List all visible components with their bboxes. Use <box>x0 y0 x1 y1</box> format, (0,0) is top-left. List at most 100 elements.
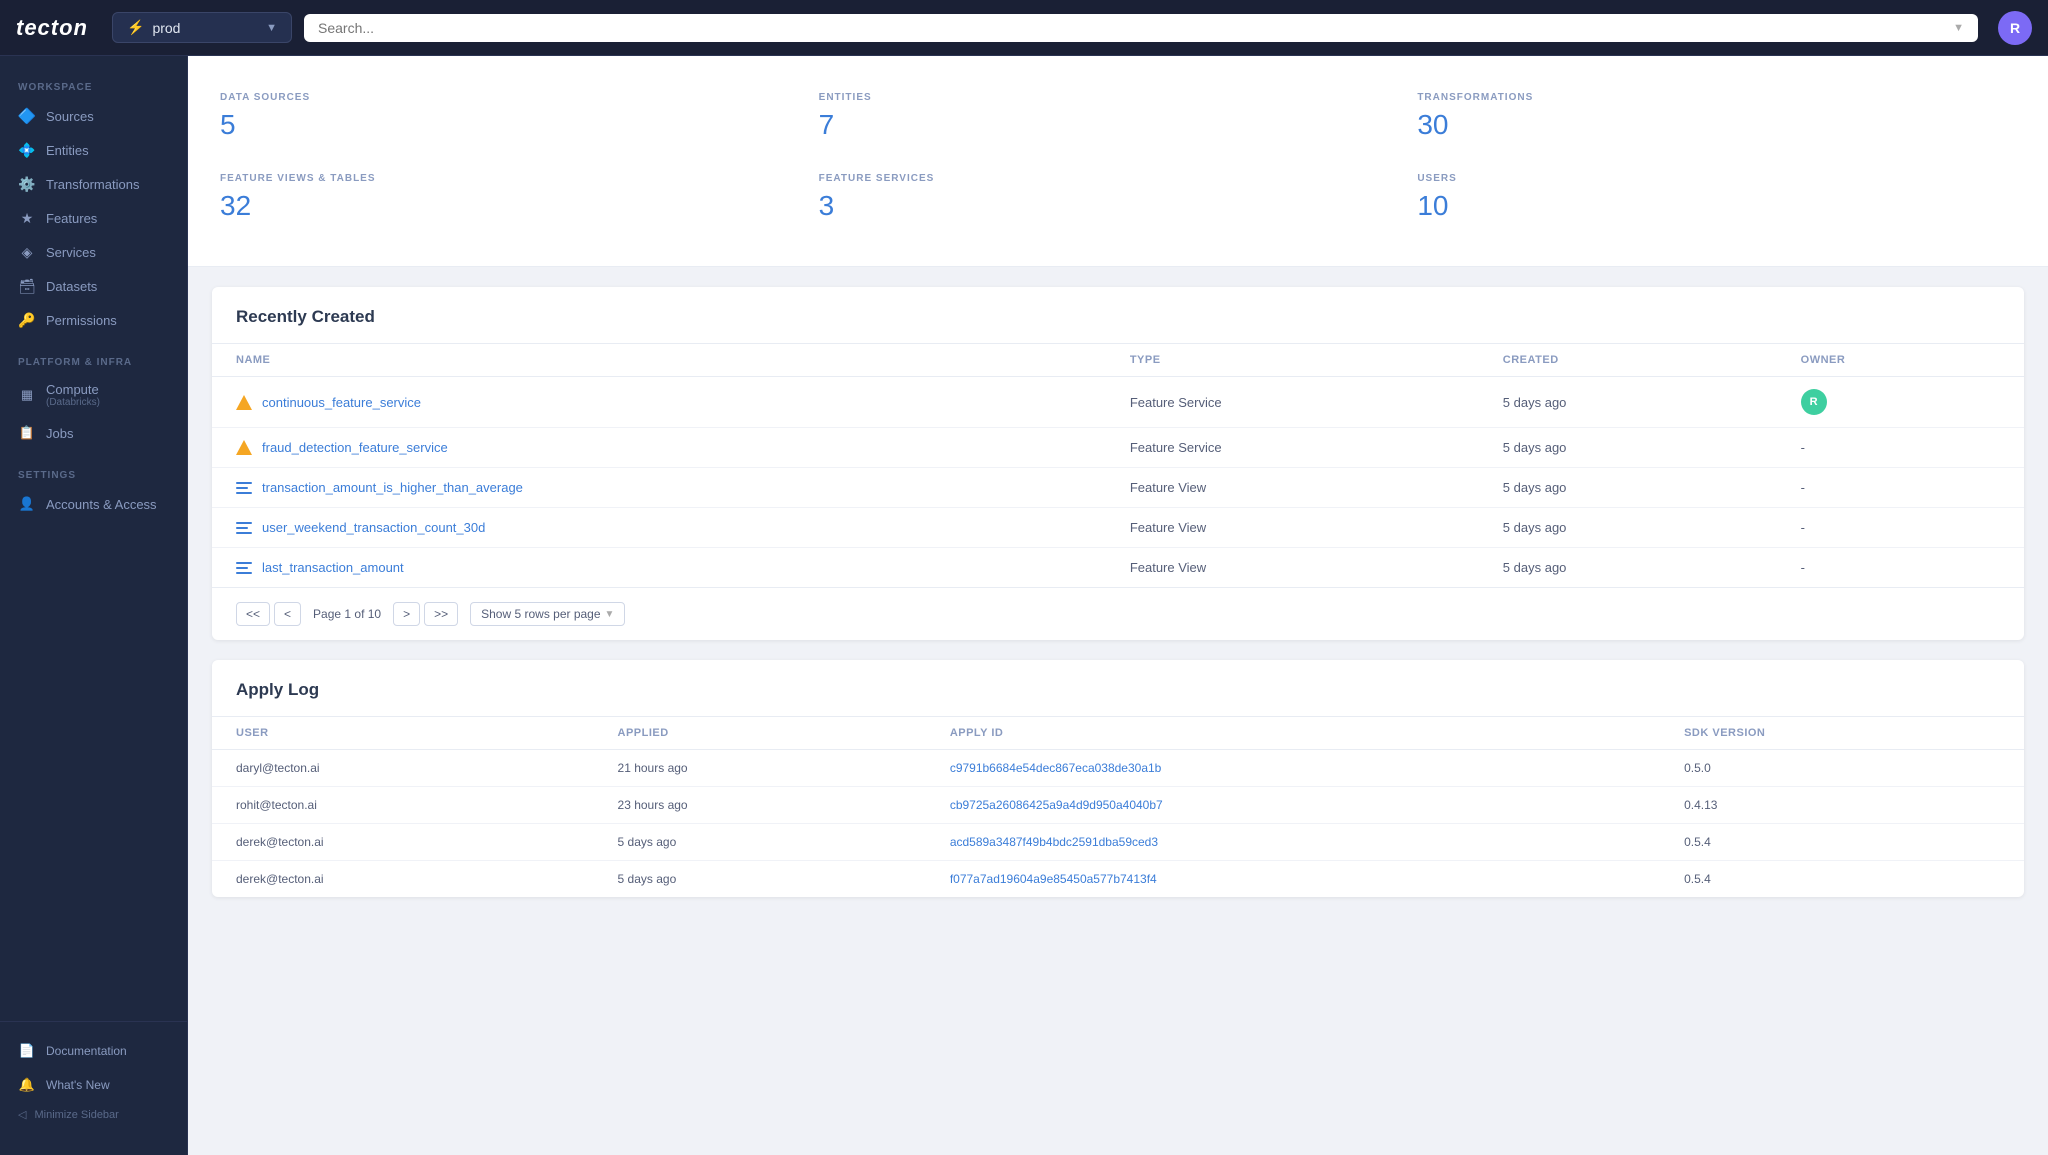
next-page-button[interactable]: > <box>393 602 420 626</box>
datasets-icon: 🗃 <box>18 277 36 295</box>
owner-dash: - <box>1801 480 1805 495</box>
entities-icon: 💠 <box>18 141 36 159</box>
table-row: daryl@tecton.ai 21 hours ago c9791b6684e… <box>212 750 2024 787</box>
apply-id-link[interactable]: acd589a3487f49b4bdc2591dba59ced3 <box>950 835 1158 849</box>
feature-view-icon <box>236 482 252 494</box>
main-layout: WORKSPACE 🔷 Sources 💠 Entities ⚙️ Transf… <box>0 56 2048 1155</box>
sidebar-item-whats-new[interactable]: 🔔 What's New <box>0 1068 187 1102</box>
logo: tecton <box>16 15 88 41</box>
stat-data-sources: DATA SOURCES 5 <box>220 80 819 161</box>
col-type: Type <box>1106 344 1479 377</box>
sources-icon: 🔷 <box>18 107 36 125</box>
workspace-selector[interactable]: ⚡ prod ▼ <box>112 12 292 43</box>
apply-id-link[interactable]: c9791b6684e54dec867eca038de30a1b <box>950 761 1162 775</box>
stat-feature-views: FEATURE VIEWS & TABLES 32 <box>220 161 819 242</box>
accounts-icon: 👤 <box>18 495 36 513</box>
recently-created-section: Recently Created Name Type Created Owner… <box>212 287 2024 640</box>
page-info: Page 1 of 10 <box>313 607 381 621</box>
table-row: transaction_amount_is_higher_than_averag… <box>212 468 2024 508</box>
sidebar-item-sources[interactable]: 🔷 Sources <box>0 99 187 133</box>
name-cell: continuous_feature_service <box>236 395 1082 410</box>
topbar: tecton ⚡ prod ▼ ▼ R <box>0 0 2048 56</box>
owner-dash: - <box>1801 440 1805 455</box>
stat-feature-services: FEATURE SERVICES 3 <box>819 161 1418 242</box>
sidebar-item-compute[interactable]: ▦ Compute (Databricks) <box>0 374 187 416</box>
recently-created-table: Name Type Created Owner continuous_featu… <box>212 344 2024 587</box>
col-apply-id: Apply ID <box>926 717 1660 750</box>
sidebar: WORKSPACE 🔷 Sources 💠 Entities ⚙️ Transf… <box>0 56 188 1155</box>
settings-section-label: SETTINGS <box>0 460 187 487</box>
table-row: fraud_detection_feature_service Feature … <box>212 428 2024 468</box>
recently-created-title: Recently Created <box>212 287 2024 344</box>
sidebar-item-jobs[interactable]: 📋 Jobs <box>0 416 187 450</box>
user-avatar[interactable]: R <box>1998 11 2032 45</box>
user-cell: derek@tecton.ai <box>212 824 594 861</box>
sidebar-item-transformations[interactable]: ⚙️ Transformations <box>0 167 187 201</box>
permissions-icon: 🔑 <box>18 311 36 329</box>
stat-users: USERS 10 <box>1417 161 2016 242</box>
owner-cell: - <box>1777 428 2024 468</box>
sidebar-item-entities[interactable]: 💠 Entities <box>0 133 187 167</box>
stat-feature-views-label: FEATURE VIEWS & TABLES <box>220 173 819 184</box>
search-bar[interactable]: ▼ <box>304 14 1978 42</box>
docs-icon: 📄 <box>18 1042 36 1060</box>
sidebar-item-datasets[interactable]: 🗃 Datasets <box>0 269 187 303</box>
type-cell: Feature Service <box>1106 377 1479 428</box>
sidebar-item-features[interactable]: ★ Features <box>0 201 187 235</box>
sidebar-item-accounts[interactable]: 👤 Accounts & Access <box>0 487 187 521</box>
search-input[interactable] <box>318 20 1953 36</box>
stat-data-sources-value: 5 <box>220 109 819 141</box>
chevron-down-icon: ▼ <box>266 22 277 34</box>
type-cell: Feature Service <box>1106 428 1479 468</box>
apply-id-link[interactable]: f077a7ad19604a9e85450a577b7413f4 <box>950 872 1157 886</box>
stat-feature-services-value: 3 <box>819 190 1418 222</box>
col-name: Name <box>212 344 1106 377</box>
type-cell: Feature View <box>1106 548 1479 588</box>
created-cell: 5 days ago <box>1479 428 1777 468</box>
owner-cell: - <box>1777 508 2024 548</box>
item-name-link[interactable]: transaction_amount_is_higher_than_averag… <box>262 480 523 495</box>
created-cell: 5 days ago <box>1479 548 1777 588</box>
rows-per-page-select[interactable]: Show 5 rows per page ▼ <box>470 602 625 626</box>
pagination-row: << < Page 1 of 10 > >> Show 5 rows per p… <box>212 587 2024 640</box>
table-row: user_weekend_transaction_count_30d Featu… <box>212 508 2024 548</box>
prev-page-button[interactable]: < <box>274 602 301 626</box>
services-icon: ◈ <box>18 243 36 261</box>
table-row: rohit@tecton.ai 23 hours ago cb9725a2608… <box>212 787 2024 824</box>
applied-cell: 23 hours ago <box>594 787 926 824</box>
last-page-button[interactable]: >> <box>424 602 458 626</box>
owner-cell: R <box>1777 377 2024 428</box>
sidebar-item-services[interactable]: ◈ Services <box>0 235 187 269</box>
owner-cell: - <box>1777 468 2024 508</box>
stat-feature-services-label: FEATURE SERVICES <box>819 173 1418 184</box>
apply-id-cell: f077a7ad19604a9e85450a577b7413f4 <box>926 861 1660 898</box>
features-icon: ★ <box>18 209 36 227</box>
applied-cell: 5 days ago <box>594 824 926 861</box>
whats-new-icon: 🔔 <box>18 1076 36 1094</box>
stats-grid: DATA SOURCES 5 ENTITIES 7 TRANSFORMATION… <box>188 56 2048 267</box>
table-row: derek@tecton.ai 5 days ago f077a7ad19604… <box>212 861 2024 898</box>
first-page-button[interactable]: << <box>236 602 270 626</box>
applied-cell: 21 hours ago <box>594 750 926 787</box>
type-cell: Feature View <box>1106 508 1479 548</box>
item-name-link[interactable]: continuous_feature_service <box>262 395 421 410</box>
apply-id-cell: c9791b6684e54dec867eca038de30a1b <box>926 750 1660 787</box>
rows-per-page-label: Show 5 rows per page <box>481 607 600 621</box>
apply-id-cell: cb9725a26086425a9a4d9d950a4040b7 <box>926 787 1660 824</box>
sidebar-item-documentation[interactable]: 📄 Documentation <box>0 1034 187 1068</box>
item-name-link[interactable]: user_weekend_transaction_count_30d <box>262 520 485 535</box>
apply-id-link[interactable]: cb9725a26086425a9a4d9d950a4040b7 <box>950 798 1163 812</box>
stat-transformations: TRANSFORMATIONS 30 <box>1417 80 2016 161</box>
name-cell: fraud_detection_feature_service <box>236 440 1082 455</box>
col-applied: Applied <box>594 717 926 750</box>
user-cell: daryl@tecton.ai <box>212 750 594 787</box>
bolt-icon: ⚡ <box>127 19 144 36</box>
item-name-link[interactable]: fraud_detection_feature_service <box>262 440 448 455</box>
minimize-sidebar-button[interactable]: ◁ Minimize Sidebar <box>0 1102 187 1127</box>
sdk-version-cell: 0.5.4 <box>1660 861 2024 898</box>
sidebar-item-permissions[interactable]: 🔑 Permissions <box>0 303 187 337</box>
type-cell: Feature View <box>1106 468 1479 508</box>
item-name-link[interactable]: last_transaction_amount <box>262 560 404 575</box>
stat-users-label: USERS <box>1417 173 2016 184</box>
owner-dash: - <box>1801 520 1805 535</box>
